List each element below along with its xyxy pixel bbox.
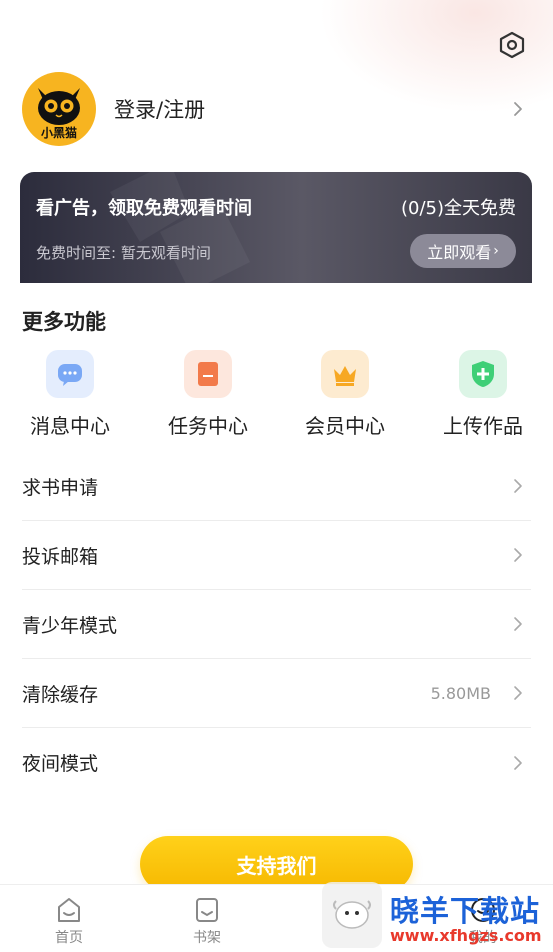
bookshelf-icon	[196, 898, 218, 922]
feature-vip-center[interactable]: 会员中心	[290, 350, 400, 439]
feature-upload-works[interactable]: 上传作品	[428, 350, 538, 439]
feature-grid: 消息中心 任务中心 会员中心 上传作品	[0, 350, 553, 440]
tab-label: 首页	[55, 930, 83, 946]
feature-label: 消息中心	[30, 414, 110, 438]
upload-shield-icon	[459, 350, 507, 398]
avatar-logo-text: 小黑猫	[40, 126, 77, 140]
menu-item-clear-cache[interactable]: 清除缓存 5.80MB	[22, 659, 531, 728]
feature-label: 任务中心	[168, 414, 248, 438]
login-register-label[interactable]: 登录/注册	[114, 94, 510, 124]
chevron-right-icon	[514, 479, 522, 493]
watermark-url: www.xfhgzs.com	[390, 926, 542, 945]
menu-item-night-mode[interactable]: 夜间模式	[22, 728, 531, 797]
settings-menu-list: 求书申请 投诉邮箱 青少年模式 清除缓存 5.80MB 夜间模式	[22, 452, 531, 797]
feature-task-center[interactable]: 任务中心	[153, 350, 263, 439]
home-icon	[58, 898, 80, 922]
ad-free-count: (0/5)全天免费	[400, 198, 516, 219]
settings-button[interactable]	[497, 30, 527, 60]
tab-label: 书架	[193, 930, 221, 946]
menu-item-teen-mode[interactable]: 青少年模式	[22, 590, 531, 659]
chevron-right-icon: ›	[493, 243, 499, 259]
chevron-right-icon	[514, 102, 522, 116]
feature-label: 会员中心	[305, 414, 385, 438]
free-time-status: 免费时间至: 暂无观看时间	[36, 244, 211, 262]
chevron-right-icon	[514, 755, 522, 770]
watermark-text: 晓羊下载站	[390, 894, 541, 928]
menu-item-label: 求书申请	[22, 476, 99, 499]
tab-bookshelf[interactable]: 书架	[167, 895, 247, 947]
tab-home[interactable]: 首页	[29, 895, 109, 947]
ad-reward-card: 看广告，领取免费观看时间 (0/5)全天免费 免费时间至: 暂无观看时间 立即观…	[20, 172, 532, 283]
chevron-right-icon	[514, 686, 522, 700]
chevron-right-icon	[514, 617, 522, 631]
message-icon	[46, 350, 94, 398]
hexagon-settings-icon	[499, 31, 525, 59]
task-icon	[184, 350, 232, 398]
feature-label: 上传作品	[443, 414, 523, 438]
ad-card-title: 看广告，领取免费观看时间	[36, 198, 252, 219]
watch-now-button[interactable]: 立即观看 ›	[410, 234, 516, 268]
menu-item-book-request[interactable]: 求书申请	[22, 452, 531, 521]
sheep-logo	[322, 882, 382, 948]
crown-icon	[321, 350, 369, 398]
menu-item-complaint-email[interactable]: 投诉邮箱	[22, 521, 531, 590]
more-features-title: 更多功能	[22, 310, 106, 334]
watch-now-label: 立即观看	[427, 243, 492, 262]
menu-item-label: 夜间模式	[22, 753, 99, 775]
site-watermark: 晓羊下载站 www.xfhgzs.com	[318, 880, 553, 952]
profile-login-row[interactable]: 小黑猫 登录/注册	[22, 72, 532, 146]
menu-item-label: 青少年模式	[22, 614, 118, 637]
chevron-right-icon	[514, 548, 522, 562]
menu-item-label: 投诉邮箱	[22, 545, 99, 568]
menu-item-label: 清除缓存	[22, 683, 99, 706]
feature-message-center[interactable]: 消息中心	[15, 350, 125, 439]
avatar[interactable]: 小黑猫	[22, 72, 96, 146]
cache-size-value: 5.80MB	[430, 683, 491, 703]
